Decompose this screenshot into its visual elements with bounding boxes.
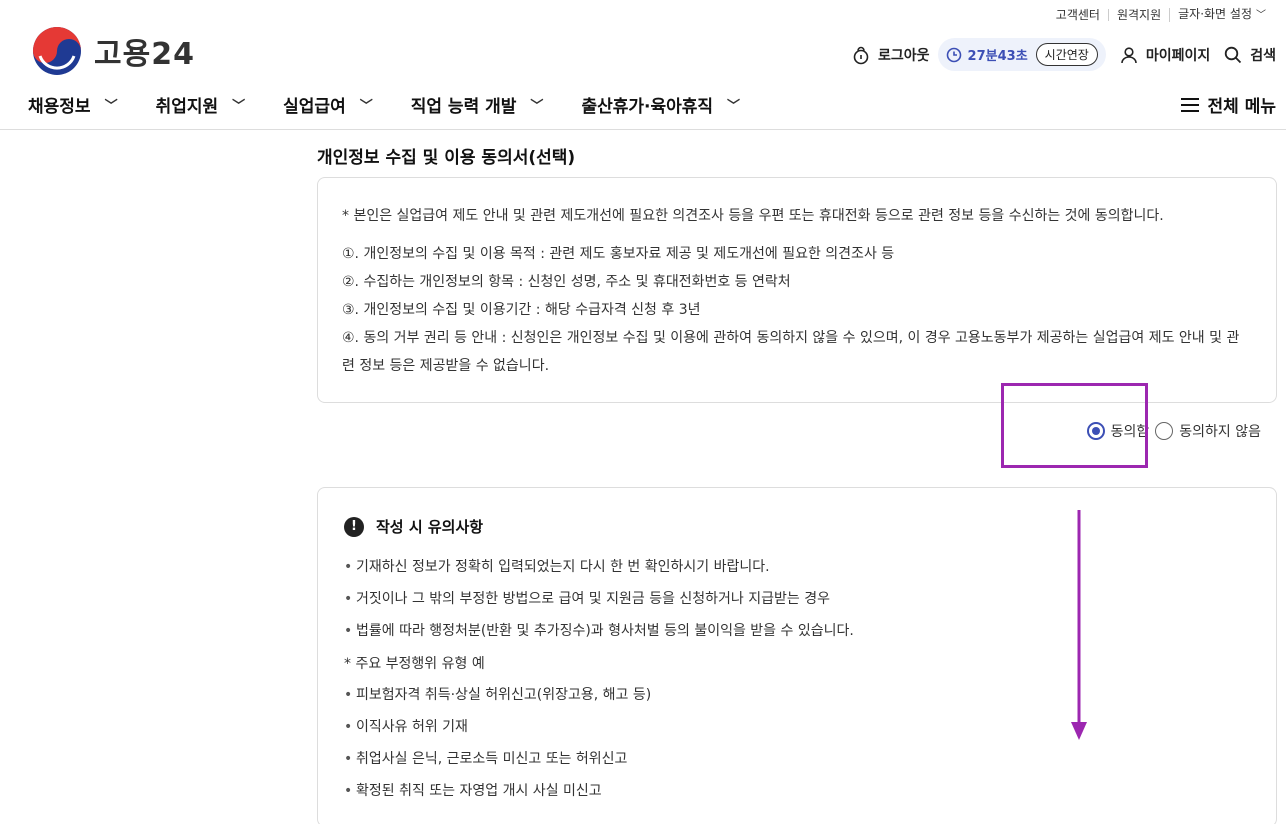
fraud-types-title: * 주요 부정행위 유형 예 (344, 656, 485, 672)
exclamation-icon: ! (344, 516, 364, 537)
list-item: 확정된 취직 또는 자영업 개시 사실 미신고 (344, 775, 1252, 807)
search-button[interactable]: 검색 (1224, 45, 1276, 65)
consent-line-items: ②. 수집하는 개인정보의 항목 : 신청인 성명, 주소 및 휴대전화번호 등… (342, 274, 791, 290)
nav-item-label: 취업지원 (155, 97, 219, 117)
customer-center-link[interactable]: 고객센터 (1048, 9, 1108, 21)
display-settings-label: 글자·화면 설정 (1178, 7, 1252, 21)
list-item: 피보험자격 취득·상실 허위신고(위장고용, 해고 등) (344, 679, 1252, 711)
disagree-radio[interactable]: 동의하지 않음 (1155, 421, 1261, 441)
scroll-down-arrow-icon (1071, 510, 1087, 740)
logout-label: 로그아웃 (878, 47, 930, 64)
mypage-button[interactable]: 마이페이지 (1120, 45, 1210, 65)
remote-support-link[interactable]: 원격지원 (1107, 9, 1169, 21)
logout-button[interactable]: 로그아웃 (852, 45, 930, 65)
nav-item-label: 직업 능력 개발 (410, 97, 517, 117)
notice-bullets: 기재하신 정보가 정확히 입력되었는지 다시 한 번 확인하시기 바랍니다. 거… (344, 551, 1252, 647)
list-item: 거짓이나 그 밖의 부정한 방법으로 급여 및 지원금 등을 신청하거나 지급받… (344, 583, 1252, 615)
header-actions: 로그아웃 27분43초 시간연장 마이페이지 검색 (838, 38, 1276, 71)
radio-unchecked-icon[interactable] (1155, 422, 1174, 440)
user-icon (1121, 46, 1137, 63)
search-icon (1225, 46, 1242, 63)
full-menu-label: 전체 메뉴 (1207, 97, 1276, 117)
chevron-down-icon: ﹀ (359, 99, 373, 114)
extend-session-button[interactable]: 시간연장 (1035, 43, 1098, 66)
logo-text: 고용24 (94, 37, 195, 72)
consent-text-box: * 본인은 실업급여 제도 안내 및 관련 제도개선에 필요한 의견조사 등을 … (317, 177, 1277, 403)
nav-item-label: 실업급여 (283, 97, 346, 117)
nav-item-employment-support[interactable]: 취업지원 ﹀ (156, 92, 246, 117)
list-item: 취업사실 은닉, 근로소득 미신고 또는 허위신고 (344, 743, 1252, 775)
notice-title-text: 작성 시 유의사항 (376, 518, 484, 536)
notice-box: ! 작성 시 유의사항 기재하신 정보가 정확히 입력되었는지 다시 한 번 확… (317, 487, 1277, 824)
nav-item-parental-leave[interactable]: 출산휴가·육아휴직 ﹀ (581, 92, 740, 117)
list-item: 이직사유 허위 기재 (344, 711, 1252, 743)
chevron-down-icon: ﹀ (232, 99, 246, 114)
nav-item-unemployment-benefits[interactable]: 실업급여 ﹀ (283, 92, 373, 117)
chevron-down-icon: ﹀ (1256, 10, 1266, 21)
annotation-highlight-box (1001, 383, 1148, 468)
taegeuk-logo-icon (33, 27, 81, 75)
display-settings-link[interactable]: 글자·화면 설정 ﹀ (1169, 8, 1274, 22)
consent-line-period: ③. 개인정보의 수집 및 이용기간 : 해당 수급자격 신청 후 3년 (342, 302, 701, 318)
nav-item-skills-development[interactable]: 직업 능력 개발 ﹀ (411, 92, 544, 117)
timer-text: 27분43초 (967, 49, 1028, 64)
header-divider (0, 129, 1286, 130)
mypage-label: 마이페이지 (1145, 47, 1211, 64)
chevron-down-icon: ﹀ (530, 99, 544, 114)
lock-icon (853, 46, 869, 64)
site-logo[interactable]: 고용24 (32, 26, 195, 76)
full-menu-button[interactable]: 전체 메뉴 (1180, 92, 1276, 117)
hamburger-icon (1180, 97, 1199, 112)
utility-bar: 고객센터 원격지원 글자·화면 설정 ﹀ (1048, 8, 1274, 22)
chevron-down-icon: ﹀ (104, 99, 118, 114)
consent-section-title: 개인정보 수집 및 이용 동의서(선택) (317, 148, 576, 168)
fraud-types-list: 피보험자격 취득·상실 허위신고(위장고용, 해고 등) 이직사유 허위 기재 … (344, 679, 1252, 807)
nav-item-label: 채용정보 (28, 97, 91, 117)
nav-item-label: 출산휴가·육아휴직 (581, 97, 714, 117)
list-item: 기재하신 정보가 정확히 입력되었는지 다시 한 번 확인하시기 바랍니다. (344, 551, 1252, 583)
chevron-down-icon: ﹀ (727, 99, 741, 114)
list-item: 법률에 따라 행정처분(반환 및 추가징수)과 형사처벌 등의 불이익을 받을 … (344, 615, 1252, 647)
consent-intro: * 본인은 실업급여 제도 안내 및 관련 제도개선에 필요한 의견조사 등을 … (342, 208, 1164, 224)
nav-item-jobs[interactable]: 채용정보 ﹀ (28, 92, 118, 117)
disagree-label: 동의하지 않음 (1179, 424, 1261, 440)
consent-line-refusal: ④. 동의 거부 권리 등 안내 : 신청인은 개인정보 수집 및 이용에 관하… (342, 330, 1240, 374)
search-label: 검색 (1250, 47, 1276, 64)
main-navigation: 채용정보 ﹀ 취업지원 ﹀ 실업급여 ﹀ 직업 능력 개발 ﹀ 출산휴가·육아휴직 ﹀ 전… (28, 92, 1276, 117)
consent-line-purpose: ①. 개인정보의 수집 및 이용 목적 : 관련 제도 홍보자료 제공 및 제도… (342, 246, 895, 262)
notice-title: ! 작성 시 유의사항 (344, 516, 1252, 537)
session-timer: 27분43초 시간연장 (937, 38, 1106, 71)
clock-icon (946, 47, 961, 62)
